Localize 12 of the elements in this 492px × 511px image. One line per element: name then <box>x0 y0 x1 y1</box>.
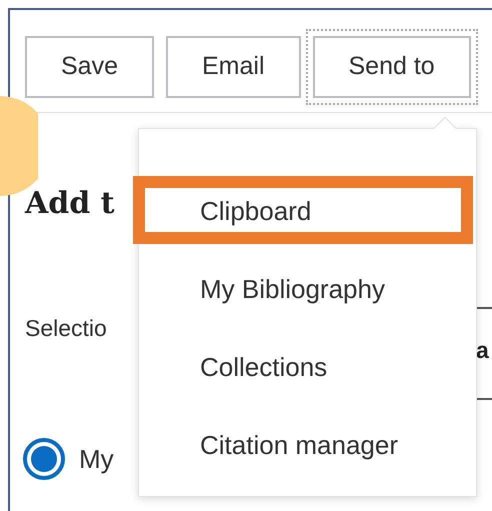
toolbar-button[interactable]: Email <box>166 36 300 98</box>
radio-label: My <box>79 442 114 476</box>
toolbar-button[interactable]: Send to <box>312 36 471 98</box>
menu-item[interactable]: My Bibliography <box>200 276 385 302</box>
selection-label: Selectio <box>25 317 107 340</box>
column-header: a <box>476 339 489 362</box>
radio-button[interactable] <box>23 438 65 480</box>
menu-item[interactable]: Citation manager <box>200 432 398 458</box>
menu-item[interactable]: Clipboard <box>200 198 312 224</box>
dialog-heading: Add t <box>25 189 115 219</box>
toolbar-button[interactable]: Save <box>25 36 154 98</box>
menu-item[interactable]: Collections <box>200 354 328 380</box>
